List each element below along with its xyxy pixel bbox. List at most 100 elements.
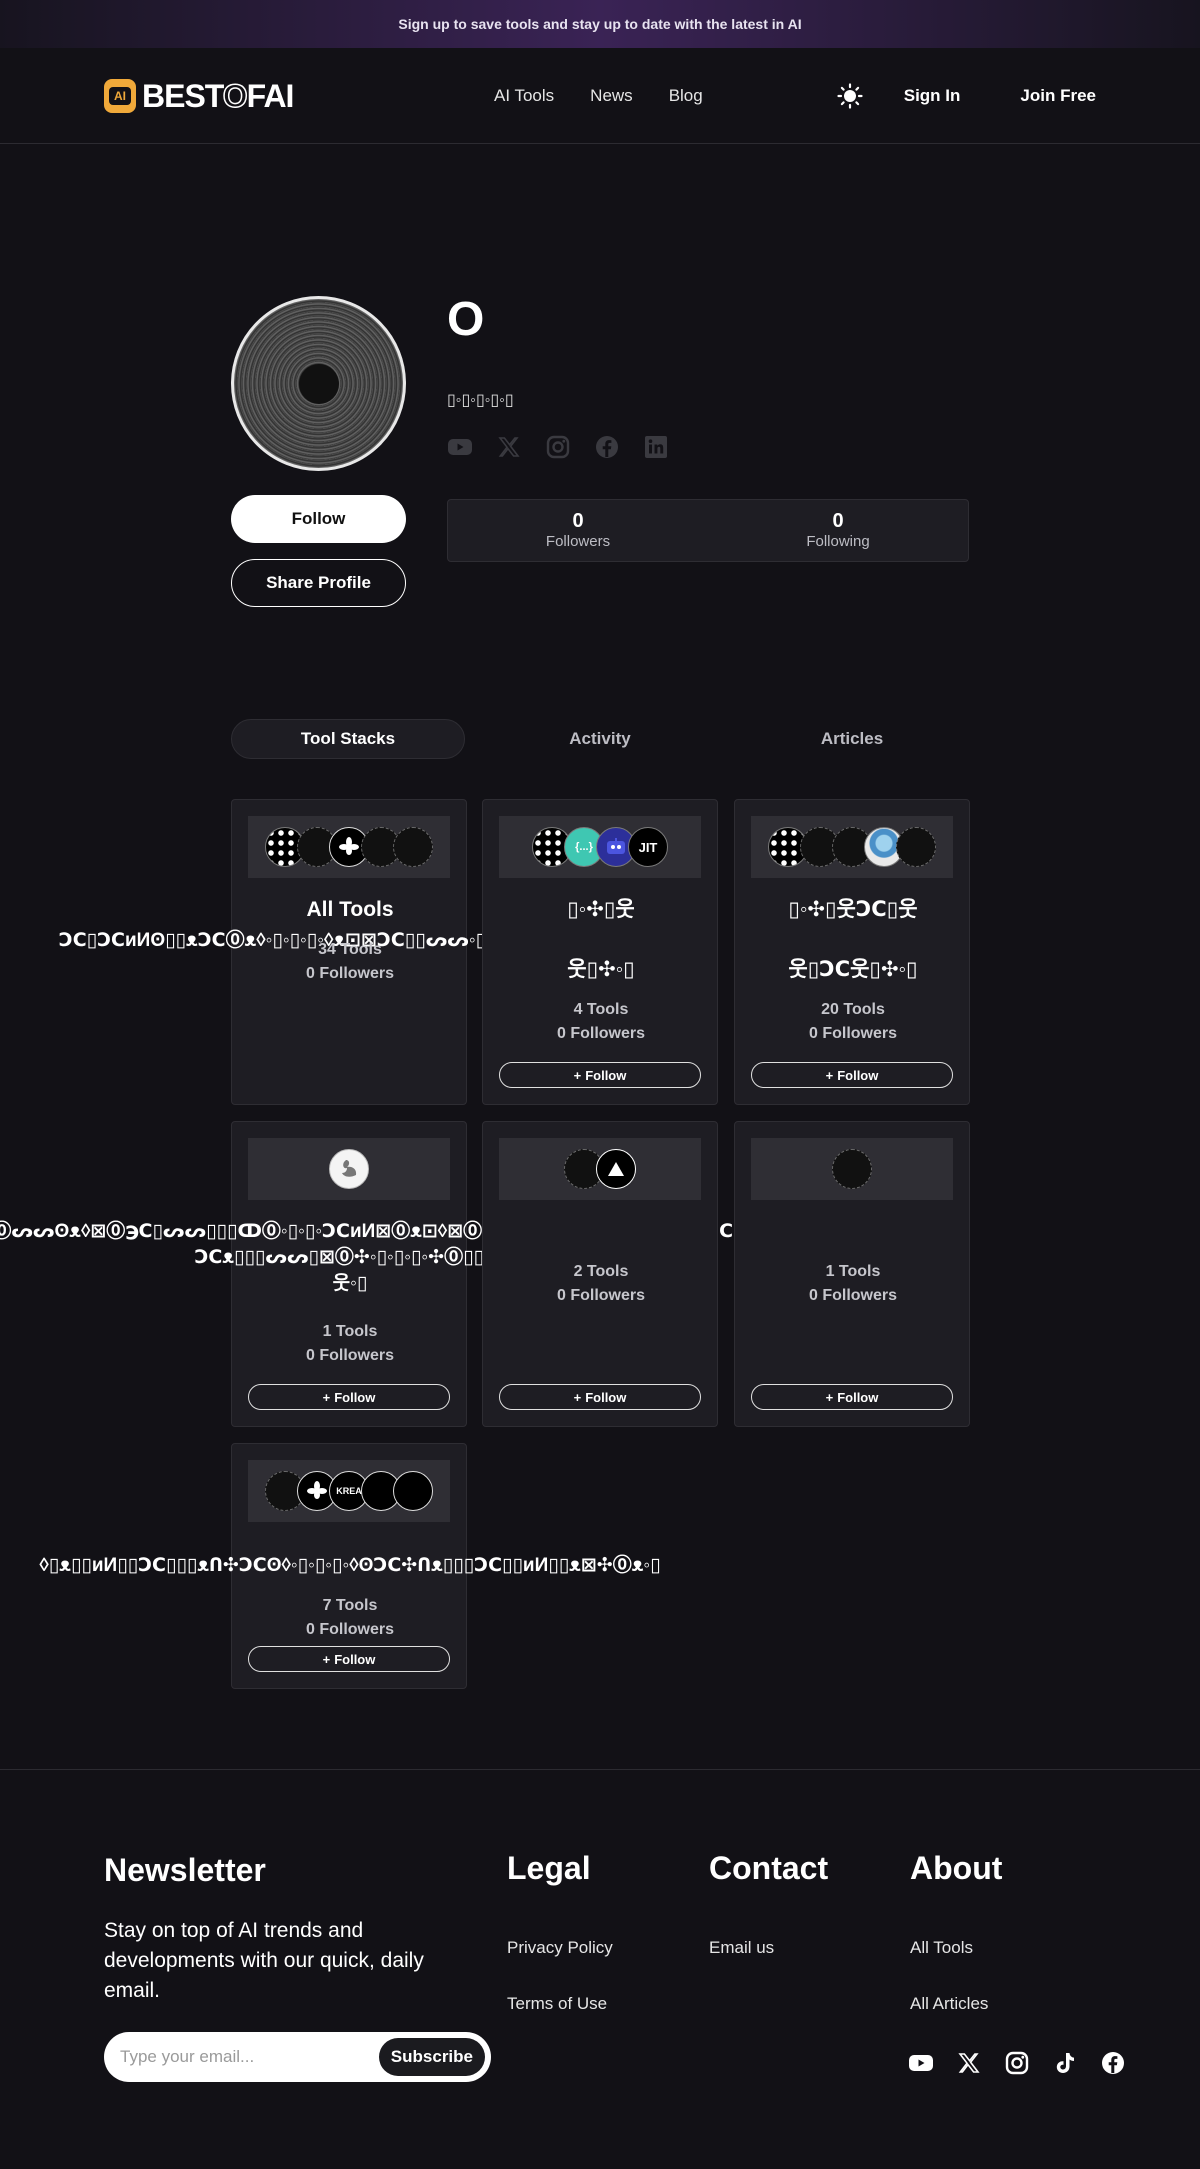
card-follower-count: 0 Followers <box>808 1025 898 1042</box>
email-input[interactable]: Type your email... <box>120 2047 379 2067</box>
profile-name: O <box>447 293 485 346</box>
tab-articles[interactable]: Articles <box>735 719 969 759</box>
triangle-logo-icon <box>596 1149 636 1189</box>
card-tool-count: 1 Tools <box>322 1323 378 1340</box>
tool-avatar-icon <box>393 1471 433 1511</box>
plus-icon: + <box>573 1389 582 1405</box>
about-heading: About <box>910 1850 1003 1886</box>
card-follower-count: 0 Followers <box>305 1621 395 1638</box>
stack-follow-button[interactable]: + Follow <box>248 1646 450 1672</box>
tool-icons: KREA <box>248 1460 450 1522</box>
email-us-link[interactable]: Email us <box>709 1938 774 1958</box>
legal-heading: Legal <box>507 1850 591 1886</box>
followers-stat[interactable]: 0 Followers <box>448 500 708 561</box>
card-tool-count: 20 Tools <box>821 1001 885 1018</box>
tool-icons <box>751 1138 953 1200</box>
avatar <box>231 296 406 471</box>
x-icon[interactable] <box>956 2050 982 2076</box>
tab-tool-stacks[interactable]: Tool Stacks <box>231 719 465 759</box>
card-subtitle: 웃▯✣◦▯ <box>567 958 635 981</box>
card-follower-count: 0 Followers <box>305 965 395 982</box>
stack-follow-button[interactable]: + Follow <box>499 1384 701 1410</box>
tab-activity[interactable]: Activity <box>483 719 717 759</box>
plus-icon: + <box>825 1067 834 1083</box>
x-icon[interactable] <box>496 434 522 460</box>
stack-follow-button[interactable]: + Follow <box>499 1062 701 1088</box>
card-tool-count: 2 Tools <box>573 1263 629 1280</box>
linkedin-icon[interactable] <box>643 434 669 460</box>
card-title: ▯◦✣▯웃ↃⅭ▯웃 <box>788 898 918 921</box>
tiktok-icon[interactable] <box>1052 2050 1078 2076</box>
facebook-icon[interactable] <box>1100 2050 1126 2076</box>
card-follower-count: 0 Followers <box>305 1347 395 1364</box>
tool-stack-card[interactable]: ▯◦✣▯웃ↃⅭ▯웃 웃▯ↃⅭ웃▯✣◦▯ 20 Tools 0 Followers… <box>734 799 970 1105</box>
tool-avatar-icon <box>832 1149 872 1189</box>
all-tools-link[interactable]: All Tools <box>910 1938 973 1958</box>
card-tool-count: 4 Tools <box>573 1001 629 1018</box>
privacy-policy-link[interactable]: Privacy Policy <box>507 1938 613 1958</box>
tool-stack-card[interactable]: {...} JIT ▯◦✣▯웃 웃▯✣◦▯ 4 Tools 0 Follower… <box>482 799 718 1105</box>
profile-tabs: Tool Stacks Activity Articles <box>231 719 969 759</box>
instagram-icon[interactable] <box>545 434 571 460</box>
footer-socials <box>908 2050 1126 2076</box>
following-stat[interactable]: 0 Following <box>708 500 968 561</box>
terms-of-use-link[interactable]: Terms of Use <box>507 1994 607 2014</box>
card-follower-count: 0 Followers <box>556 1287 646 1304</box>
avatar-center <box>298 363 339 404</box>
nav-link-ai-tools[interactable]: AI Tools <box>494 86 554 106</box>
sign-in-link[interactable]: Sign In <box>904 86 961 106</box>
nav-link-news[interactable]: News <box>590 86 633 106</box>
plus-icon: + <box>825 1389 834 1405</box>
logo[interactable]: AI BESTOFAI <box>104 77 294 114</box>
plus-icon: + <box>573 1067 582 1083</box>
nav-links: AI Tools News Blog <box>494 86 703 106</box>
tool-stack-card[interactable]: KREA ◊▯ᴥ▯▯ᴎИ▯▯ↃⅭ▯▯▯ᴥՈ✣ↃⅭʘ◊◦▯◦▯◦▯◦◊ʘↃⅭ✣Ոᴥ… <box>39 1443 661 1689</box>
join-free-link[interactable]: Join Free <box>1020 86 1096 106</box>
stack-follow-button[interactable]: + Follow <box>248 1384 450 1410</box>
share-profile-button[interactable]: Share Profile <box>231 559 406 607</box>
card-subtitle: 웃▯ↃⅭ웃▯✣◦▯ <box>788 958 918 981</box>
stack-follow-button[interactable]: + Follow <box>751 1384 953 1410</box>
plus-icon: + <box>322 1389 331 1405</box>
subscribe-button[interactable]: Subscribe <box>378 2038 485 2076</box>
follow-button[interactable]: Follow <box>231 495 406 543</box>
card-tool-count: 1 Tools <box>825 1263 881 1280</box>
sun-icon[interactable] <box>836 82 864 110</box>
nav-link-blog[interactable]: Blog <box>669 86 703 106</box>
tool-icons <box>248 1138 450 1200</box>
swan-icon <box>329 1149 369 1189</box>
youtube-icon[interactable] <box>908 2050 934 2076</box>
card-title: ▯◦ᴎИ⓪ᔕᔕʘᴥ◊⊠⓪℈Ⅽ▯ᔕᔕ▯▯▯ↀ⓪◦▯◦▯◦ↃⅭᴎИ⊠⓪ᴥ⊡◊⊠⓪ↃⅭ… <box>0 1221 751 1242</box>
card-title: ▯◦✣▯웃 <box>567 898 635 921</box>
stack-follow-button[interactable]: + Follow <box>751 1062 953 1088</box>
jit-logo-icon: JIT <box>628 827 668 867</box>
tool-stack-card[interactable]: 1 Tools 0 Followers + Follow <box>734 1121 970 1427</box>
footer: Newsletter Stay on top of AI trends and … <box>0 1769 1200 2169</box>
newsletter-heading: Newsletter <box>104 1852 266 1888</box>
nav-actions: Sign In Join Free <box>836 82 1096 110</box>
all-articles-link[interactable]: All Articles <box>910 1994 988 2014</box>
tool-icons <box>499 1138 701 1200</box>
tool-avatar-icon <box>393 827 433 867</box>
card-subtitle: ↃⅭᴥ▯▯▯ᔕᔕ▯⊠⓪✣◦▯◦▯◦▯◦✣⓪▯▯ᔕ <box>194 1247 506 1268</box>
card-title: All Tools <box>306 898 394 921</box>
newsletter-text: Stay on top of AI trends and development… <box>104 1919 424 2002</box>
tool-stack-card[interactable]: 2 Tools 0 Followers + Follow <box>482 1121 718 1427</box>
card-tool-count: 34 Tools <box>318 941 382 958</box>
logo-badge-icon: AI <box>104 79 136 113</box>
profile-socials <box>447 434 669 460</box>
card-title: ◊▯ᴥ▯▯ᴎИ▯▯ↃⅭ▯▯▯ᴥՈ✣ↃⅭʘ◊◦▯◦▯◦▯◦◊ʘↃⅭ✣Ոᴥ▯▯▯ↃⅭ… <box>39 1555 661 1576</box>
tool-stack-card[interactable]: All Tools ↃⅭ▯ↃⅭᴎИʘ▯▯ᴥↃⅭ⓪ᴥ◊◦▯◦▯◦▯◦◊ᴥ⊡⊠ↃⅭ▯… <box>59 799 641 1105</box>
youtube-icon[interactable] <box>447 434 473 460</box>
profile-bio: ▯◦▯◦▯◦▯◦▯ <box>447 392 514 409</box>
navbar: AI BESTOFAI AI Tools News Blog Sign In J… <box>0 48 1200 144</box>
banner-text: Sign up to save tools and stay up to dat… <box>398 16 802 32</box>
card-follower-count: 0 Followers <box>808 1287 898 1304</box>
tool-icons <box>248 816 450 878</box>
facebook-icon[interactable] <box>594 434 620 460</box>
signup-banner[interactable]: Sign up to save tools and stay up to dat… <box>0 0 1200 48</box>
card-follower-count: 0 Followers <box>556 1025 646 1042</box>
instagram-icon[interactable] <box>1004 2050 1030 2076</box>
contact-heading: Contact <box>709 1850 829 1886</box>
tool-stack-card[interactable]: ▯◦ᴎИ⓪ᔕᔕʘᴥ◊⊠⓪℈Ⅽ▯ᔕᔕ▯▯▯ↀ⓪◦▯◦▯◦ↃⅭᴎИ⊠⓪ᴥ⊡◊⊠⓪ↃⅭ… <box>0 1121 751 1427</box>
